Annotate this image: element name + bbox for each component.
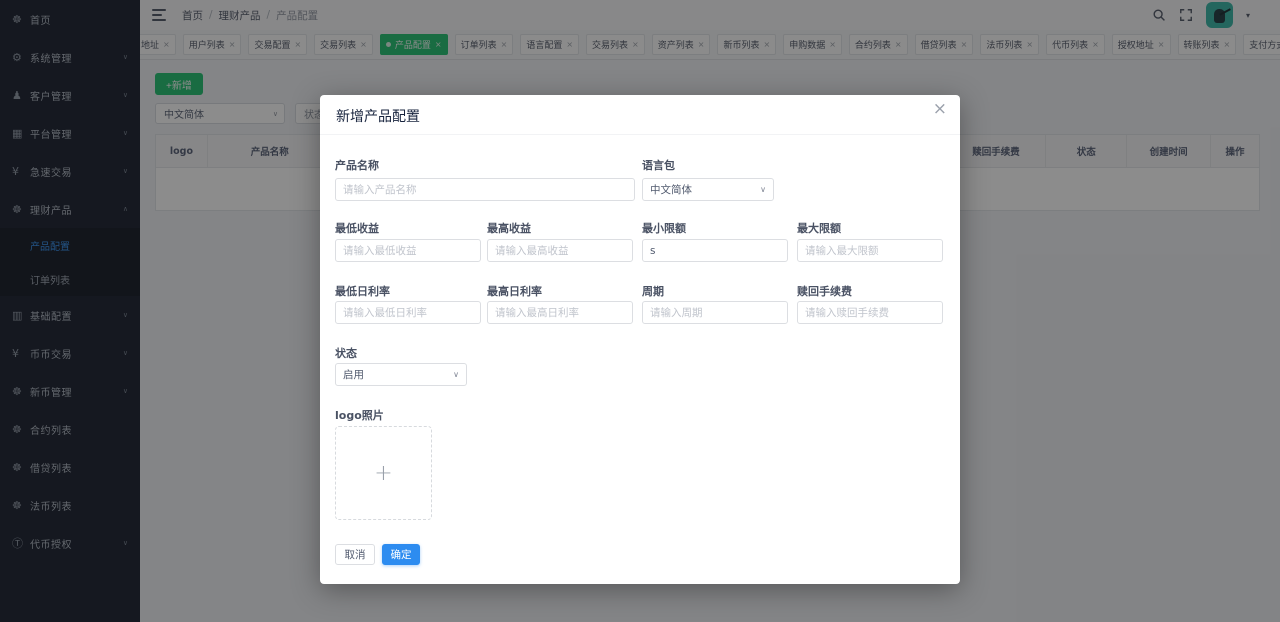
add-product-modal: 新增产品配置 × 产品名称 语言包 中文简体 ∨ 最低收益 最高收益 最小限额 …	[320, 95, 960, 584]
cycle-input[interactable]	[642, 301, 788, 324]
max-daily-rate-label: 最高日利率	[487, 283, 542, 299]
modal-title: 新增产品配置	[336, 106, 420, 126]
confirm-button[interactable]: 确定	[382, 544, 420, 565]
product-name-input[interactable]	[335, 178, 635, 201]
min-limit-label: 最小限额	[642, 220, 686, 236]
cancel-button[interactable]: 取消	[335, 544, 375, 565]
cycle-label: 周期	[642, 283, 664, 299]
chevron-down-icon: ∨	[760, 185, 766, 194]
max-limit-input[interactable]	[797, 239, 943, 262]
max-profit-input[interactable]	[487, 239, 633, 262]
language-pack-select[interactable]: 中文简体 ∨	[642, 178, 774, 201]
min-daily-rate-label: 最低日利率	[335, 283, 390, 299]
status-select[interactable]: 启用 ∨	[335, 363, 467, 386]
max-limit-label: 最大限额	[797, 220, 841, 236]
min-limit-input[interactable]	[642, 239, 788, 262]
plus-icon: +	[374, 461, 392, 486]
close-icon[interactable]: ×	[933, 101, 947, 118]
redeem-fee-label: 赎回手续费	[797, 283, 852, 299]
min-profit-label: 最低收益	[335, 220, 379, 236]
redeem-fee-input[interactable]	[797, 301, 943, 324]
modal-header-divider	[320, 134, 960, 135]
chevron-down-icon: ∨	[453, 370, 459, 379]
max-daily-rate-input[interactable]	[487, 301, 633, 324]
min-profit-input[interactable]	[335, 239, 481, 262]
language-pack-label: 语言包	[642, 157, 675, 173]
max-profit-label: 最高收益	[487, 220, 531, 236]
logo-photo-label: logo照片	[335, 407, 384, 423]
status-label: 状态	[335, 345, 357, 361]
product-name-label: 产品名称	[335, 157, 379, 173]
min-daily-rate-input[interactable]	[335, 301, 481, 324]
logo-upload-box[interactable]: +	[335, 426, 432, 520]
